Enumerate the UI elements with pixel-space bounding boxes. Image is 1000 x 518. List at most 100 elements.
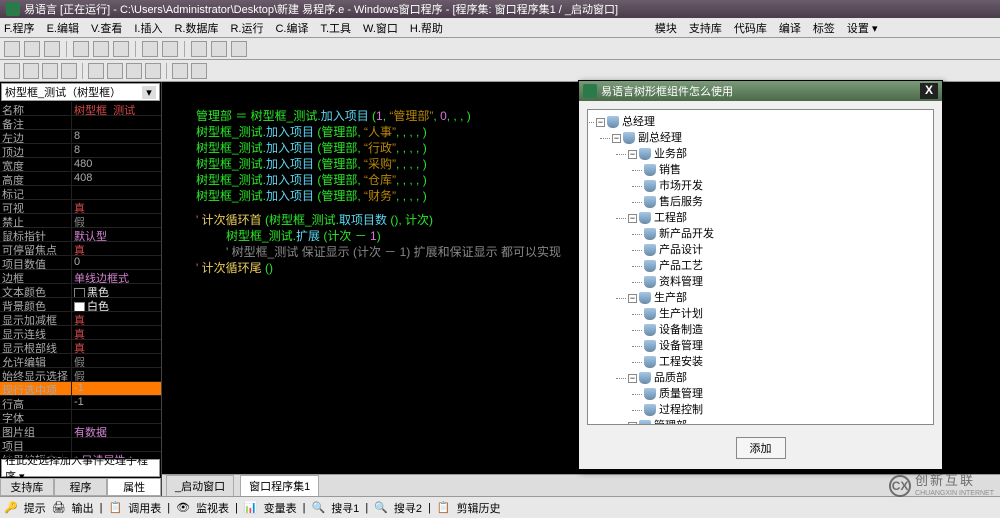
menu-module[interactable]: 模块 xyxy=(655,20,677,36)
menu-settings[interactable]: 设置 ▾ xyxy=(847,20,878,36)
tb2-icon[interactable] xyxy=(42,63,58,79)
tb2-icon[interactable] xyxy=(126,63,142,79)
tb2-icon[interactable] xyxy=(88,63,104,79)
tree-leaf[interactable]: 售后服务 xyxy=(644,194,929,210)
property-row[interactable]: 高度408 xyxy=(0,172,161,186)
left-tab-program[interactable]: 程序 xyxy=(54,478,108,496)
tree-leaf[interactable]: 销售 xyxy=(644,162,929,178)
menu-support[interactable]: 支持库 xyxy=(689,20,722,36)
tb-undo-icon[interactable] xyxy=(142,41,158,57)
tb2-icon[interactable] xyxy=(23,63,39,79)
property-row[interactable]: 可停留焦点真 xyxy=(0,242,161,256)
status-tab[interactable]: 剪辑历史 xyxy=(457,500,501,516)
tb2-icon[interactable] xyxy=(107,63,123,79)
tree-leaf[interactable]: 设备管理 xyxy=(644,338,929,354)
tree-leaf[interactable]: 产品工艺 xyxy=(644,258,929,274)
tree-leaf[interactable]: 设备制造 xyxy=(644,322,929,338)
tree-node[interactable]: −业务部销售市场开发售后服务 xyxy=(628,146,929,210)
tree-node[interactable]: −管理部人事行政采购仓库财务 xyxy=(628,418,929,425)
tree-leaf[interactable]: 产品设计 xyxy=(644,242,929,258)
property-row[interactable]: 项目数值0 xyxy=(0,256,161,270)
left-tab-property[interactable]: 属性 xyxy=(107,478,161,496)
run-title-bar[interactable]: 易语言树形框组件怎么使用 X xyxy=(579,81,942,101)
menu-compile2[interactable]: 编译 xyxy=(779,20,801,36)
collapse-icon[interactable]: − xyxy=(596,118,605,127)
menu-compile[interactable]: C.编译 xyxy=(275,20,308,36)
property-row[interactable]: 边框单线边框式 xyxy=(0,270,161,284)
tb-new-icon[interactable] xyxy=(4,41,20,57)
property-row[interactable]: 宽度480 xyxy=(0,158,161,172)
tb2-icon[interactable] xyxy=(145,63,161,79)
property-grid[interactable]: 名称树型框_测试备注左边8顶边8宽度480高度408标记可视真禁止假鼠标指针默认… xyxy=(0,102,161,458)
collapse-icon[interactable]: − xyxy=(628,294,637,303)
tab-programset[interactable]: 窗口程序集1 xyxy=(240,475,319,497)
property-row[interactable]: 左边8 xyxy=(0,130,161,144)
property-row[interactable]: 备注 xyxy=(0,116,161,130)
left-tab-support[interactable]: 支持库 xyxy=(0,478,54,496)
status-tab[interactable]: 监视表 xyxy=(196,500,229,516)
property-row[interactable]: 现行选中项-1 xyxy=(0,382,161,396)
collapse-icon[interactable]: − xyxy=(628,374,637,383)
tb-paste-icon[interactable] xyxy=(113,41,129,57)
tb-save-icon[interactable] xyxy=(44,41,60,57)
tree-node[interactable]: −生产部生产计划设备制造设备管理工程安装 xyxy=(628,290,929,370)
property-row[interactable]: 字体 xyxy=(0,410,161,424)
tb2-icon[interactable] xyxy=(191,63,207,79)
status-tab[interactable]: 搜寻2 xyxy=(394,500,422,516)
menu-help[interactable]: H.帮助 xyxy=(410,20,443,36)
tree-leaf[interactable]: 资料管理 xyxy=(644,274,929,290)
tb-redo-icon[interactable] xyxy=(162,41,178,57)
menu-run[interactable]: R.运行 xyxy=(230,20,263,36)
tb-step-icon[interactable] xyxy=(231,41,247,57)
tb-open-icon[interactable] xyxy=(24,41,40,57)
status-tab[interactable]: 搜寻1 xyxy=(331,500,359,516)
tree-leaf[interactable]: 质量管理 xyxy=(644,386,929,402)
collapse-icon[interactable]: − xyxy=(612,134,621,143)
collapse-icon[interactable]: − xyxy=(628,422,637,425)
property-row[interactable]: 可视真 xyxy=(0,200,161,214)
tree-node[interactable]: −品质部质量管理过程控制 xyxy=(628,370,929,418)
property-row[interactable]: 鼠标指针默认型 xyxy=(0,228,161,242)
menu-tools[interactable]: T.工具 xyxy=(320,20,351,36)
menu-window[interactable]: W.窗口 xyxy=(363,20,398,36)
status-tab[interactable]: 调用表 xyxy=(128,500,161,516)
property-row[interactable]: 显示连线真 xyxy=(0,326,161,340)
property-row[interactable]: 项目 xyxy=(0,438,161,452)
status-tab[interactable]: 输出 xyxy=(72,500,94,516)
menu-edit[interactable]: E.编辑 xyxy=(47,20,79,36)
tb-cut-icon[interactable] xyxy=(73,41,89,57)
tree-leaf[interactable]: 新产品开发 xyxy=(644,226,929,242)
property-row[interactable]: 始终显示选择项假 xyxy=(0,368,161,382)
add-button[interactable]: 添加 xyxy=(736,437,786,459)
status-tab[interactable]: 提示 xyxy=(24,500,46,516)
menu-tag[interactable]: 标签 xyxy=(813,20,835,36)
property-row[interactable]: 标记 xyxy=(0,186,161,200)
property-row[interactable]: 名称树型框_测试 xyxy=(0,102,161,116)
menu-insert[interactable]: I.插入 xyxy=(134,20,162,36)
menu-codelib[interactable]: 代码库 xyxy=(734,20,767,36)
tb2-icon[interactable] xyxy=(172,63,188,79)
property-row[interactable]: 图片组有数据 xyxy=(0,424,161,438)
tab-startwindow[interactable]: _启动窗口 xyxy=(166,475,234,497)
tree-leaf[interactable]: 过程控制 xyxy=(644,402,929,418)
property-row[interactable]: 禁止假 xyxy=(0,214,161,228)
property-row[interactable]: 显示加减框真 xyxy=(0,312,161,326)
event-combo[interactable]: 在此处选择加入事件处理子程序 ▾ xyxy=(1,459,160,477)
tb2-icon[interactable] xyxy=(4,63,20,79)
menu-view[interactable]: V.查看 xyxy=(91,20,122,36)
menu-database[interactable]: R.数据库 xyxy=(174,20,218,36)
property-row[interactable]: 显示根部线真 xyxy=(0,340,161,354)
status-tab[interactable]: 变量表 xyxy=(264,500,297,516)
tb-copy-icon[interactable] xyxy=(93,41,109,57)
tree-leaf[interactable]: 工程安装 xyxy=(644,354,929,370)
tb-run-icon[interactable] xyxy=(191,41,207,57)
close-icon[interactable]: X xyxy=(920,83,938,99)
tree-leaf[interactable]: 生产计划 xyxy=(644,306,929,322)
property-row[interactable]: 文本颜色黑色 xyxy=(0,284,161,298)
property-row[interactable]: 背景颜色白色 xyxy=(0,298,161,312)
tree-node[interactable]: −工程部新产品开发产品设计产品工艺资料管理 xyxy=(628,210,929,290)
menu-file[interactable]: F.程序 xyxy=(4,20,35,36)
tb-stop-icon[interactable] xyxy=(211,41,227,57)
collapse-icon[interactable]: − xyxy=(628,214,637,223)
collapse-icon[interactable]: − xyxy=(628,150,637,159)
